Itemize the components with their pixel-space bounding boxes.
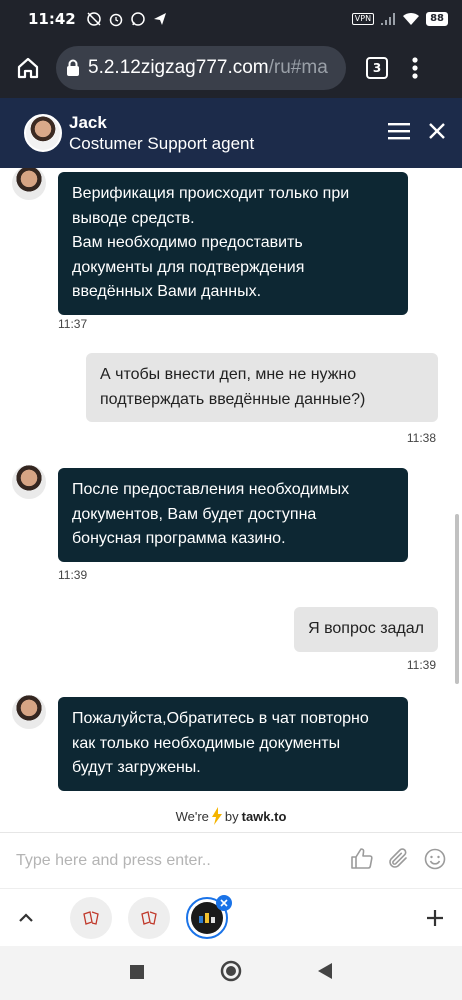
message-line: Пожалуйста,Обратитесь в чат повторно [72, 710, 369, 727]
vpn-badge: VPN [351, 13, 375, 25]
agent-role: Costumer Support agent [69, 133, 255, 153]
powered-by-label: by [224, 808, 239, 824]
rate-button[interactable] [350, 847, 374, 875]
message-timestamp: 11:37 [58, 317, 88, 331]
message-timestamp: 11:39 [58, 568, 88, 582]
message-line: подтверждать введённые данные?) [100, 390, 366, 408]
casino-icon [83, 910, 99, 925]
dnd-off-icon [87, 12, 101, 26]
lightning-icon [211, 807, 222, 825]
agent-info: Jack Costumer Support agent [69, 113, 254, 154]
expand-tabs-button[interactable] [18, 912, 34, 923]
user-message: Я вопрос задал [294, 607, 438, 652]
more-vert-icon [412, 57, 418, 79]
home-nav-button[interactable] [220, 960, 242, 986]
url-path: /ru#ma [268, 57, 328, 78]
message-timestamp: 11:39 [406, 658, 436, 672]
message-line: как только необходимые документы [72, 734, 341, 752]
message-timestamp: 11:38 [406, 431, 436, 445]
lock-icon [66, 59, 80, 77]
agent-avatar-small [12, 465, 46, 499]
message-line: бонусная программа казино. [72, 530, 286, 547]
tab-switcher-button[interactable]: 3 [366, 57, 388, 79]
message-input[interactable] [16, 851, 316, 870]
message-line: документы для подтверждения [72, 258, 305, 276]
recents-button[interactable] [130, 964, 144, 983]
back-button[interactable] [318, 963, 332, 983]
tab-thumbnail[interactable] [128, 896, 170, 939]
new-tab-button[interactable] [426, 909, 444, 927]
circle-icon [220, 960, 242, 982]
message-line: Я вопрос задал [308, 620, 424, 637]
triangle-back-icon [318, 963, 332, 979]
slots-icon [199, 912, 215, 923]
notification-icons [86, 11, 168, 27]
tawk-brand: tawk.to [241, 808, 287, 824]
tab-thumbnail-active[interactable] [186, 894, 232, 939]
wifi-icon [403, 12, 420, 25]
home-button[interactable] [0, 56, 56, 80]
message-composer [0, 832, 462, 888]
smiley-icon [424, 848, 446, 869]
message-line: Вам необходимо предоставить [72, 234, 303, 251]
chevron-up-icon [19, 912, 33, 922]
close-icon [429, 123, 445, 139]
paperclip-icon [389, 847, 407, 868]
battery-indicator: 88 [426, 12, 448, 26]
close-tab-button[interactable] [216, 894, 232, 911]
message-line: будут загружены. [72, 759, 201, 776]
status-time: 11:42 [28, 10, 76, 28]
agent-message: Пожалуйста,Обратитесь в чат повторно как… [58, 697, 408, 791]
agent-message: Верификация происходит только при выводе… [58, 172, 408, 315]
url-text: 5.2.12zigzag777.com/ru#ma [88, 57, 328, 79]
message-line: Верификация происходит только при [72, 185, 350, 202]
thumbs-up-icon [351, 847, 373, 869]
message-line: После предоставления необходимых [72, 481, 350, 498]
agent-message: После предоставления необходимых докумен… [58, 468, 408, 562]
message-line: выводе средств. [72, 209, 195, 227]
casino-icon [141, 910, 157, 925]
user-message: А чтобы внести деп, мне не нужно подтвер… [86, 353, 438, 422]
send-icon [153, 13, 166, 25]
home-icon [17, 57, 39, 79]
agent-avatar-small [12, 168, 46, 200]
plus-icon [427, 909, 443, 926]
message-line: документов, Вам будет доступна [72, 505, 317, 523]
close-icon [220, 898, 228, 907]
alarm-icon [109, 13, 122, 27]
message-line: введённых Вами данных. [72, 283, 262, 300]
signal-icon [381, 13, 396, 25]
chat-menu-button[interactable] [388, 122, 410, 144]
message-scrollbar[interactable] [455, 514, 459, 684]
status-bar: 11:42 VPN 88 [0, 0, 462, 38]
tab-strip [0, 888, 462, 946]
agent-avatar-small [12, 695, 46, 729]
powered-prefix: We're [175, 808, 209, 824]
url-host: 5.2.12zigzag777.com [88, 57, 269, 78]
agent-avatar [24, 114, 62, 152]
browser-toolbar: 5.2.12zigzag777.com/ru#ma 3 [0, 38, 462, 98]
browser-menu-button[interactable] [412, 57, 418, 79]
chat-header: Jack Costumer Support agent [0, 98, 462, 168]
agent-name: Jack [69, 112, 107, 132]
address-bar[interactable]: 5.2.12zigzag777.com/ru#ma [56, 46, 346, 90]
whatsapp-icon [131, 12, 145, 26]
close-chat-button[interactable] [428, 122, 446, 144]
system-nav-bar [0, 946, 462, 1000]
square-icon [130, 964, 144, 979]
message-line: А чтобы внести деп, мне не нужно [100, 366, 357, 383]
emoji-button[interactable] [424, 848, 446, 874]
hamburger-icon [388, 123, 410, 140]
powered-by[interactable]: We're by tawk.to [0, 801, 462, 831]
tab-thumbnail[interactable] [70, 896, 112, 939]
attach-button[interactable] [388, 847, 410, 875]
message-list[interactable]: Верификация происходит только при выводе… [0, 168, 462, 830]
